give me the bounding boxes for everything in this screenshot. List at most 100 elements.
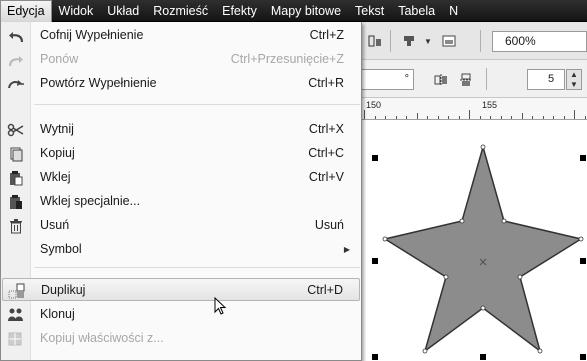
angle-field[interactable]: ° xyxy=(362,69,414,90)
menu-narzedzia[interactable]: N xyxy=(442,0,465,22)
selection-handle[interactable] xyxy=(480,354,486,360)
zoom-level-field[interactable]: 600% xyxy=(492,31,587,52)
ruler-tick xyxy=(448,116,449,119)
menu-item-cut[interactable]: Wytnij Ctrl+X xyxy=(2,118,360,141)
selection-handle[interactable] xyxy=(580,155,586,161)
menu-item-redo[interactable]: Ponów Ctrl+Przesunięcie+Z xyxy=(2,48,360,71)
horizontal-ruler: 150 155 xyxy=(362,98,587,120)
undo-icon xyxy=(6,26,26,45)
menu-efekty[interactable]: Efekty xyxy=(215,0,264,22)
menu-item-copy-properties[interactable]: Kopiuj właściwości z... xyxy=(2,327,360,350)
ruler-tick xyxy=(584,116,586,119)
menu-separator xyxy=(34,104,360,105)
star-node[interactable] xyxy=(459,218,465,224)
star-node[interactable] xyxy=(480,144,486,150)
selection-handle[interactable] xyxy=(372,354,378,360)
star-node[interactable] xyxy=(578,236,584,242)
copy-icon xyxy=(6,144,26,163)
mirror-vertical-icon[interactable] xyxy=(457,71,475,89)
menu-item-label: Cofnij Wypełnienie xyxy=(40,28,144,42)
launcher-icon[interactable] xyxy=(400,32,418,50)
star-shape[interactable] xyxy=(383,144,583,353)
menu-separator xyxy=(34,267,360,268)
menu-uklad[interactable]: Układ xyxy=(100,0,146,22)
submenu-arrow-icon: ▶ xyxy=(343,245,350,254)
menu-item-paste[interactable]: Wklej Ctrl+V xyxy=(2,166,360,189)
scissors-icon xyxy=(6,120,26,139)
menu-rozmiesc[interactable]: Rozmieść xyxy=(146,0,215,22)
star-node[interactable] xyxy=(501,218,507,224)
ruler-tick xyxy=(437,116,439,119)
ruler-tick xyxy=(511,116,512,119)
menu-edycja[interactable]: Edycja xyxy=(0,0,52,22)
star-points-field[interactable]: 5 xyxy=(527,69,565,90)
selection-handle[interactable] xyxy=(580,354,586,360)
menu-item-shortcut: Ctrl+Przesunięcie+Z xyxy=(230,52,344,66)
star-node[interactable] xyxy=(480,305,486,311)
property-bar: ° ☆ 5 ▲▼ xyxy=(362,60,587,98)
menu-item-shortcut: Ctrl+V xyxy=(308,170,344,184)
edit-menu: Cofnij Wypełnienie Ctrl+Z Ponów Ctrl+Prz… xyxy=(0,22,362,361)
ruler-tick xyxy=(395,116,397,119)
menu-item-shortcut: Ctrl+X xyxy=(308,122,344,136)
ruler-tick xyxy=(553,116,554,119)
ruler-tick xyxy=(374,116,376,119)
repeat-icon xyxy=(6,74,26,93)
menu-item-symbol[interactable]: Symbol ▶ xyxy=(2,238,360,261)
selection-handle[interactable] xyxy=(372,155,378,161)
menu-item-delete[interactable]: Usuń Usuń xyxy=(2,214,360,237)
paste-special-icon xyxy=(6,192,26,211)
ruler-tick xyxy=(427,116,428,119)
paste-icon xyxy=(6,168,26,187)
selection-handle[interactable] xyxy=(580,258,586,264)
menu-item-label: Wytnij xyxy=(40,122,74,136)
drawing-canvas[interactable] xyxy=(362,121,587,361)
star-node[interactable] xyxy=(443,274,449,280)
star-node[interactable] xyxy=(537,348,543,354)
menu-item-label: Ponów xyxy=(40,52,79,66)
redo-icon xyxy=(6,50,26,69)
ruler-tick xyxy=(574,110,575,119)
ruler-tick xyxy=(521,113,523,119)
menu-mapy-bitowe[interactable]: Mapy bitowe xyxy=(264,0,348,22)
toolbar-separator xyxy=(480,30,481,52)
menu-item-label: Klonuj xyxy=(40,307,75,321)
menu-tekst[interactable]: Tekst xyxy=(348,0,391,22)
star-node[interactable] xyxy=(517,274,523,280)
ruler-tick xyxy=(490,116,491,119)
menu-item-label: Kopiuj właściwości z... xyxy=(40,331,164,345)
selection-handle[interactable] xyxy=(372,258,378,264)
mirror-horizontal-icon[interactable] xyxy=(432,71,450,89)
chevron-down-icon[interactable]: ▼ xyxy=(419,32,437,50)
ruler-tick xyxy=(500,116,502,119)
menu-item-shortcut: Ctrl+R xyxy=(308,76,344,90)
spinner-buttons[interactable]: ▲ ▼ xyxy=(566,69,582,90)
clone-icon xyxy=(6,305,26,324)
menu-item-copy[interactable]: Kopiuj Ctrl+C xyxy=(2,142,360,165)
menu-bar: Edycja Widok Układ Rozmieść Efekty Mapy … xyxy=(0,0,587,22)
star-node[interactable] xyxy=(422,348,428,354)
copy-properties-icon xyxy=(6,329,26,348)
ruler-tick xyxy=(563,116,565,119)
image-icon[interactable] xyxy=(440,32,458,50)
canvas-drawing xyxy=(372,144,586,360)
menu-item-shortcut: Ctrl+D xyxy=(307,283,343,297)
menu-item-shortcut: Ctrl+Z xyxy=(309,28,344,42)
ruler-tick xyxy=(542,116,544,119)
menu-item-shortcut: Usuń xyxy=(314,218,344,232)
menu-tabela[interactable]: Tabela xyxy=(391,0,442,22)
menu-item-label: Duplikuj xyxy=(41,283,86,297)
menu-widok[interactable]: Widok xyxy=(52,0,101,22)
ruler-tick xyxy=(416,113,418,119)
ruler-tick xyxy=(532,116,533,119)
menu-item-undo[interactable]: Cofnij Wypełnienie Ctrl+Z xyxy=(2,24,360,47)
menu-item-repeat[interactable]: Powtórz Wypełnienie Ctrl+R xyxy=(2,72,360,95)
star-node[interactable] xyxy=(382,236,388,242)
align-icon[interactable] xyxy=(366,32,384,50)
menu-item-label: Symbol xyxy=(40,242,82,256)
menu-item-label: Wklej specjalnie... xyxy=(40,194,141,208)
ruler-tick xyxy=(479,116,481,119)
menu-item-paste-special[interactable]: Wklej specjalnie... xyxy=(2,190,360,213)
menu-item-duplicate[interactable]: Duplikuj Ctrl+D xyxy=(2,278,360,301)
menu-item-clone[interactable]: Klonuj xyxy=(2,303,360,326)
